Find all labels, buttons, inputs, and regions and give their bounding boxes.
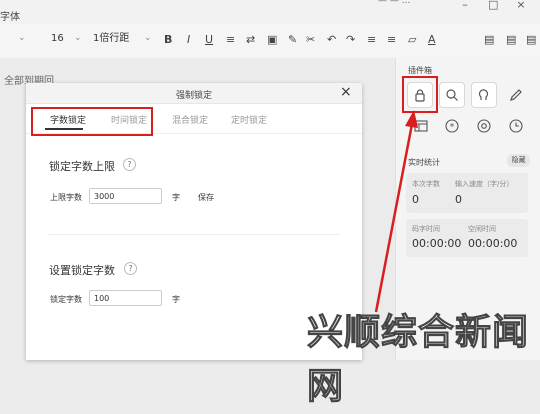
watermark: 兴顺综合新闻网 bbox=[307, 312, 530, 408]
